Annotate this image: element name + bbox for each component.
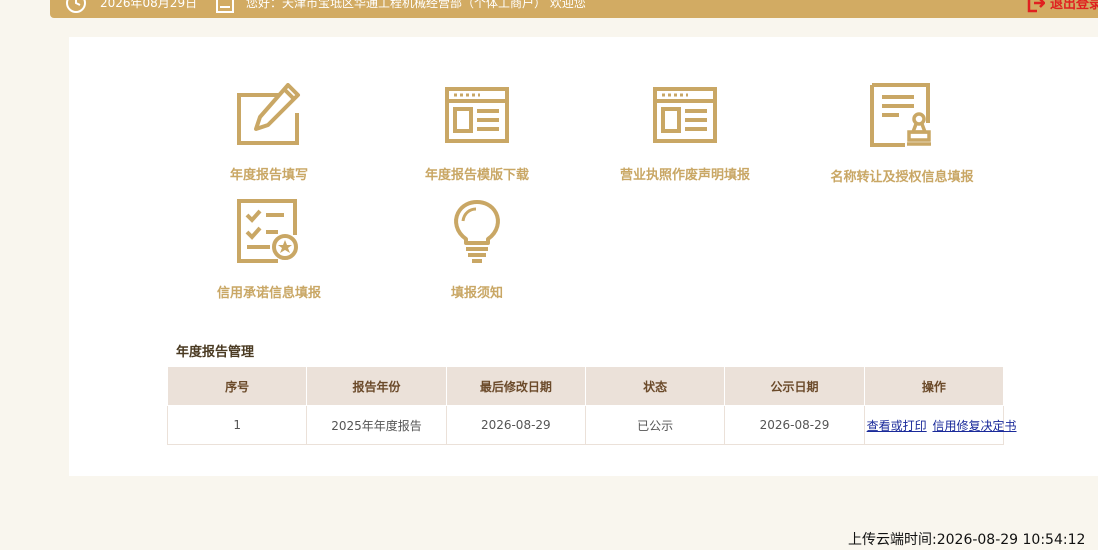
logout-button[interactable]: 退出登录 xyxy=(1050,0,1098,12)
cell-index: 1 xyxy=(166,405,308,445)
credit-repair-link[interactable]: 信用修复决定书 xyxy=(932,419,1016,433)
view-print-link[interactable]: 查看或打印 xyxy=(867,419,927,433)
clock-icon xyxy=(66,0,86,13)
user-card-icon xyxy=(216,0,234,13)
tile-label: 年度报告模版下载 xyxy=(424,168,529,183)
annual-report-table: 序号 报告年份 最后修改日期 状态 公示日期 操作 1 2025年年度报告 20… xyxy=(166,366,1017,445)
column-header: 公示日期 xyxy=(724,366,865,406)
tile-label: 名称转让及授权信息填报 xyxy=(830,170,974,185)
column-header: 状态 xyxy=(584,366,726,406)
current-date: 2026年08月29日 xyxy=(100,0,198,10)
welcome-text: 您好：天津市宝坻区华通工程机械经营部（个体工商户） 欢迎您 xyxy=(246,0,586,10)
edit-form-icon xyxy=(237,83,300,145)
cell-year: 2025年年度报告 xyxy=(306,405,447,445)
cell-published-date: 2026-08-29 xyxy=(724,405,865,445)
tile-label: 信用承诺信息填报 xyxy=(216,286,321,301)
cell-actions: 查看或打印 信用修复决定书 xyxy=(863,405,1017,445)
tile-label: 年度报告填写 xyxy=(229,168,308,183)
checklist-badge-icon xyxy=(237,199,298,263)
lightbulb-icon xyxy=(454,200,500,263)
column-header: 操作 xyxy=(863,366,1005,406)
tile-label: 填报须知 xyxy=(450,286,503,301)
section-title: 年度报告管理 xyxy=(176,345,255,360)
table-row: 1 2025年年度报告 2026-08-29 已公示 2026-08-29 查看… xyxy=(166,405,1017,445)
upload-time: 上传云端时间:2026-08-29 10:54:12 xyxy=(848,532,1086,548)
tile-filing-notice[interactable]: 填报须知 xyxy=(377,199,577,301)
tile-label: 营业执照作废声明填报 xyxy=(619,168,750,183)
column-header: 序号 xyxy=(166,366,308,406)
column-header: 最后修改日期 xyxy=(445,366,586,406)
document-stamp-icon xyxy=(870,83,931,147)
top-bar: 2026年08月29日 您好：天津市宝坻区华通工程机械经营部（个体工商户） 欢迎… xyxy=(50,0,1098,18)
cell-modified-date: 2026-08-29 xyxy=(445,405,586,445)
tile-template-download[interactable]: 年度报告模版下载 xyxy=(377,83,577,183)
table-header-row: 序号 报告年份 最后修改日期 状态 公示日期 操作 xyxy=(166,366,1005,406)
tile-name-transfer[interactable]: 名称转让及授权信息填报 xyxy=(802,83,1002,185)
tile-credit-commitment[interactable]: 信用承诺信息填报 xyxy=(169,199,369,301)
main-panel: 年度报告填写 年度报告模版下载 营业执照作废声明填报 名称转让及授权信息填报 信… xyxy=(69,37,1098,476)
tile-license-void[interactable]: 营业执照作废声明填报 xyxy=(585,83,785,183)
column-header: 报告年份 xyxy=(306,366,447,406)
tile-annual-report-fill[interactable]: 年度报告填写 xyxy=(169,83,369,183)
logout-icon[interactable] xyxy=(1027,0,1045,14)
cell-status: 已公示 xyxy=(584,405,726,445)
license-window-icon xyxy=(653,87,717,143)
template-window-icon xyxy=(445,87,509,143)
